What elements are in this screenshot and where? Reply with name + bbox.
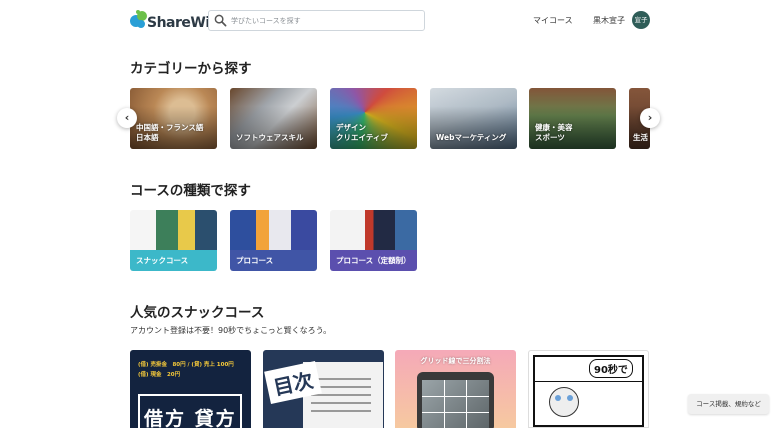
snack-title: 人気のスナックコース — [130, 305, 265, 321]
footer-links-toast[interactable]: コース掲載、規約など — [688, 394, 769, 414]
category-card-web-marketing[interactable]: Webマーケティング — [430, 88, 517, 149]
top-header: ShareWis マイコース 黒木宣子 宣子 — [0, 0, 780, 42]
snack-card-index[interactable]: 目次 — [263, 350, 384, 428]
snack-card-photo[interactable]: グリッド線で三分割法 — [395, 350, 516, 428]
snack-card-accounting[interactable]: (借) 売掛金 80円 / (貸) 売上 100円 (借) 現金 20円 借方 … — [130, 350, 251, 428]
snack-card-line: (借) 現金 20円 — [138, 372, 181, 378]
chevron-right-icon: › — [647, 111, 653, 124]
snack-subtitle: アカウント登録は不要！90秒でちょこっと賢くなろう。 — [130, 326, 332, 335]
category-label: 中国語・フランス語 日本語 — [136, 123, 204, 142]
snack-card-badge: 90秒で — [589, 359, 633, 378]
carousel-prev-button[interactable]: ‹ — [117, 108, 137, 128]
logo-text: ShareWis — [147, 15, 218, 31]
sharewis-logo[interactable]: ShareWis — [129, 8, 218, 34]
course-type-snack[interactable]: スナックコース — [130, 210, 217, 271]
category-label: 健康・美容 スポーツ — [535, 123, 573, 142]
category-label: ソフトウェアスキル — [236, 133, 304, 142]
carousel-next-button[interactable]: › — [640, 108, 660, 128]
snack-card-line: (借) 売掛金 80円 / (貸) 売上 100円 — [138, 362, 234, 368]
category-label: 生活 — [633, 133, 648, 142]
snack-card-banner: グリッド線で三分割法 — [420, 357, 491, 365]
course-type-label: プロコース（定額制） — [330, 250, 417, 271]
search-box[interactable] — [208, 10, 425, 31]
course-type-label: スナックコース — [130, 250, 217, 271]
snack-card-big-text: 借方 貸方 — [144, 408, 237, 428]
category-card-language[interactable]: 中国語・フランス語 日本語 — [130, 88, 217, 149]
category-card-health[interactable]: 健康・美容 スポーツ — [529, 88, 616, 149]
course-type-label: プロコース — [230, 250, 317, 271]
search-input[interactable] — [231, 13, 419, 28]
course-type-pro-subscription[interactable]: プロコース（定額制） — [330, 210, 417, 271]
my-courses-link[interactable]: マイコース — [533, 15, 573, 26]
categories-title: カテゴリーから探す — [130, 61, 252, 77]
user-name-link[interactable]: 黒木宣子 — [593, 15, 625, 26]
chevron-left-icon: ‹ — [124, 111, 130, 124]
category-card-software[interactable]: ソフトウェアスキル — [230, 88, 317, 149]
search-icon — [214, 14, 227, 27]
snack-card-manga[interactable]: 90秒で — [528, 350, 649, 428]
avatar[interactable]: 宣子 — [632, 11, 650, 29]
category-card-design[interactable]: デザイン クリエイティブ — [330, 88, 417, 149]
logo-mark-icon — [130, 10, 147, 28]
category-label: Webマーケティング — [436, 133, 507, 142]
category-label: デザイン クリエイティブ — [336, 123, 388, 142]
course-type-pro[interactable]: プロコース — [230, 210, 317, 271]
course-types-title: コースの種類で探す — [130, 183, 251, 199]
